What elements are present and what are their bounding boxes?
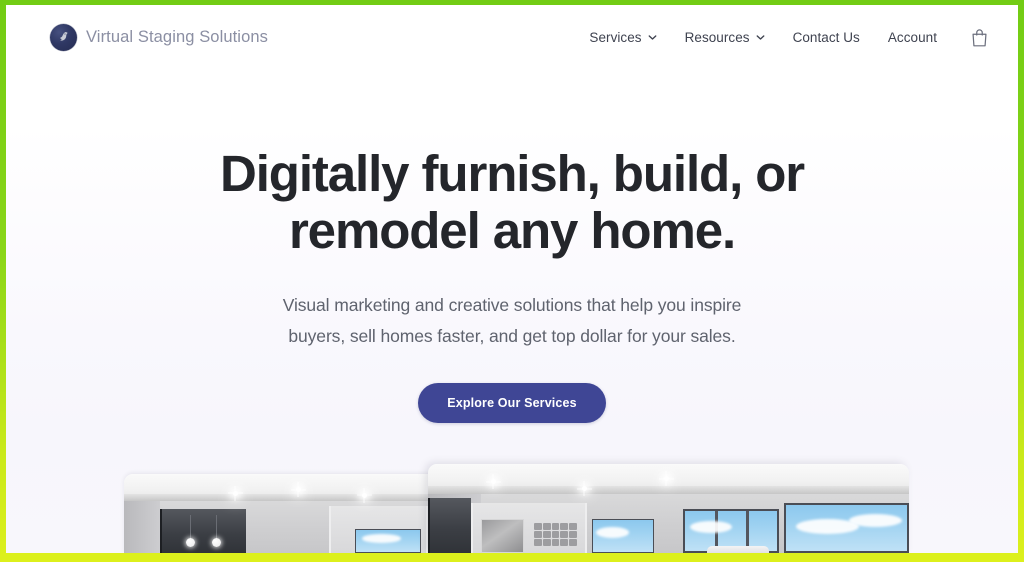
brand-name-text: Virtual Staging Solutions [86, 27, 268, 46]
dark-cabinetry [160, 508, 247, 553]
site-header: Virtual Staging Solutions Services Resou… [6, 5, 1018, 69]
chevron-down-icon [756, 34, 764, 40]
nav-item-resources-label: Resources [684, 29, 750, 45]
cloud [595, 527, 629, 538]
nav-item-account[interactable]: Account [874, 24, 951, 51]
sofa [706, 545, 770, 553]
recessed-light [361, 492, 367, 498]
hero-cta-wrapper: Explore Our Services [6, 383, 1018, 423]
cloud [362, 534, 401, 543]
hero-subheading: Visual marketing and creative solutions … [247, 290, 777, 352]
hero-subheading-line-1: Visual marketing and creative solutions … [282, 295, 742, 315]
brand-logo-link[interactable]: Virtual Staging Solutions [50, 23, 268, 51]
hero-heading-line-1: Digitally furnish, build, or [219, 145, 805, 202]
left-wall [124, 500, 161, 553]
cloud [690, 521, 732, 534]
nav-item-resources[interactable]: Resources [671, 24, 779, 51]
hero-showcase-images [6, 443, 1018, 553]
window-small-left [591, 519, 655, 553]
recessed-light [232, 490, 238, 496]
chevron-down-icon [648, 34, 657, 40]
staged-interior-photo-back [124, 474, 454, 553]
window-left-panel [355, 529, 421, 553]
ceiling-trim [124, 493, 454, 501]
cart-button[interactable] [951, 22, 996, 53]
nav-item-account-label: Account [887, 29, 937, 45]
pendant-light [212, 515, 222, 547]
shopping-bag-icon [972, 28, 987, 46]
nav-item-contact-us-label: Contact Us [792, 29, 860, 45]
nav-item-services-label: Services [589, 29, 642, 45]
gallery-wall-art-grid [533, 522, 578, 546]
ceiling-trim [428, 486, 909, 495]
pendant-light [186, 515, 195, 547]
hero-subheading-line-2: buyers, sell homes faster, and get top d… [288, 326, 736, 346]
window-picture-right [783, 503, 909, 553]
dark-cabinetry [428, 497, 472, 553]
window-mullion [745, 510, 749, 551]
explore-our-services-button[interactable]: Explore Our Services [418, 383, 606, 423]
dove-circle-logo-icon [50, 23, 77, 51]
framed-wall-art [480, 519, 525, 553]
hero-heading-line-2: remodel any home. [288, 202, 736, 259]
room-render-back [124, 474, 454, 553]
nav-item-services[interactable]: Services [575, 24, 670, 51]
ceiling [124, 474, 454, 501]
page-viewport: Virtual Staging Solutions Services Resou… [6, 5, 1018, 553]
main-navigation: Services Resources Contact Us Account [575, 22, 996, 53]
page-title: Digitally furnish, build, or remodel any… [212, 145, 812, 259]
recessed-light [490, 479, 496, 485]
room-render-front [428, 464, 909, 553]
staged-interior-photo-front [428, 464, 909, 553]
nav-item-contact-us[interactable]: Contact Us [779, 24, 874, 51]
cloud [848, 514, 903, 528]
screenshot-capture-frame: Virtual Staging Solutions Services Resou… [0, 0, 1024, 562]
